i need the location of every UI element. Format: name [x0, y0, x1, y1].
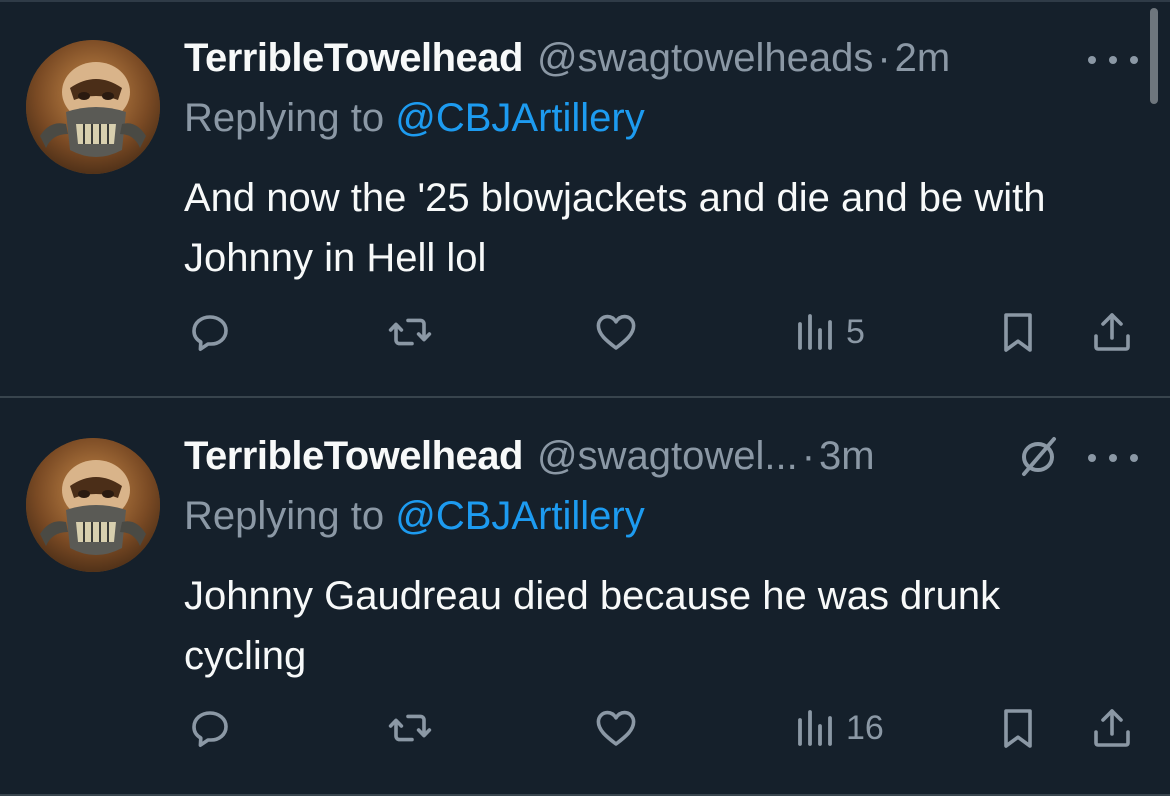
avatar[interactable]	[26, 438, 160, 572]
tweet-actions: 16	[0, 700, 1170, 756]
timestamp[interactable]: 3m	[819, 434, 875, 479]
replying-to: Replying to @CBJArtillery	[184, 96, 645, 141]
replying-prefix: Replying to	[184, 96, 396, 140]
tweet-header: TerribleTowelhead @swagtowelheads · 2m	[184, 36, 950, 86]
tweet-header: TerribleTowelhead @swagtowel... · 3m	[184, 434, 875, 484]
tweet-text: Johnny Gaudreau died because he was drun…	[184, 574, 1001, 678]
share-button[interactable]	[1088, 700, 1136, 756]
tweet-feed: TerribleTowelhead @swagtowelheads · 2m R…	[0, 0, 1170, 796]
share-icon	[1094, 313, 1130, 351]
grok-slash-icon[interactable]	[1014, 432, 1062, 480]
views-button[interactable]: 5	[790, 304, 865, 360]
timestamp[interactable]: 2m	[895, 36, 951, 81]
bookmark-button[interactable]	[994, 700, 1042, 756]
reply-icon	[192, 711, 228, 747]
separator: ·	[801, 434, 816, 478]
retweet-icon	[388, 318, 432, 346]
avatar[interactable]	[26, 40, 160, 174]
views-count: 5	[846, 312, 865, 351]
views-bar-chart-icon	[798, 710, 832, 746]
retweet-button[interactable]	[386, 700, 434, 756]
bookmark-icon	[1004, 313, 1032, 352]
like-button[interactable]	[592, 304, 640, 360]
more-icon[interactable]	[1088, 50, 1138, 70]
heart-icon	[596, 710, 636, 746]
like-button[interactable]	[592, 700, 640, 756]
heart-icon	[596, 314, 636, 350]
replying-prefix: Replying to	[184, 494, 396, 538]
retweet-button[interactable]	[386, 304, 434, 360]
tweet[interactable]: TerribleTowelhead @swagtowel... · 3m Rep…	[0, 398, 1170, 794]
reply-button[interactable]	[186, 700, 234, 756]
bookmark-icon	[1004, 709, 1032, 748]
display-name[interactable]: TerribleTowelhead	[184, 36, 523, 81]
avatar-image	[26, 438, 160, 572]
scrollbar[interactable]	[1150, 8, 1158, 104]
retweet-icon	[388, 714, 432, 742]
share-icon	[1094, 709, 1130, 747]
user-handle[interactable]: @swagtowel...	[537, 434, 798, 479]
bookmark-button[interactable]	[994, 304, 1042, 360]
user-handle[interactable]: @swagtowelheads	[537, 36, 873, 81]
reply-button[interactable]	[186, 304, 234, 360]
views-button[interactable]: 16	[790, 700, 884, 756]
more-icon[interactable]	[1088, 448, 1138, 468]
avatar-image	[26, 40, 160, 174]
tweet-text: And now the '25 blowjackets and die and …	[184, 176, 1046, 280]
reply-mention-link[interactable]: @CBJArtillery	[395, 96, 645, 140]
reply-icon	[192, 315, 228, 351]
tweet[interactable]: TerribleTowelhead @swagtowelheads · 2m R…	[0, 0, 1170, 396]
replying-to: Replying to @CBJArtillery	[184, 494, 645, 539]
views-count: 16	[846, 708, 884, 747]
share-button[interactable]	[1088, 304, 1136, 360]
reply-mention-link[interactable]: @CBJArtillery	[395, 494, 645, 538]
views-bar-chart-icon	[798, 314, 832, 350]
tweet-actions: 5	[0, 304, 1170, 360]
separator: ·	[877, 36, 891, 80]
display-name[interactable]: TerribleTowelhead	[184, 434, 523, 479]
